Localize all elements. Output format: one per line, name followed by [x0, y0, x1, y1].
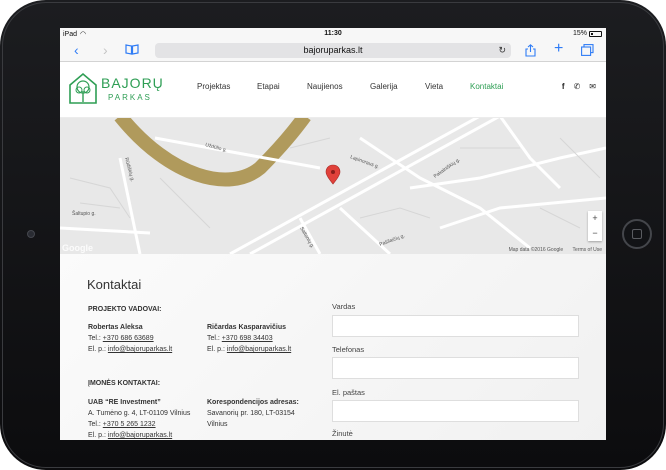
share-icon[interactable] — [525, 44, 536, 59]
facebook-icon[interactable]: f — [562, 82, 565, 91]
logo-tree-icon — [69, 72, 97, 104]
phone-field[interactable] — [332, 357, 579, 379]
company-name: UAB “RE Investment” — [88, 399, 161, 406]
nav-item-vieta[interactable]: Vieta — [425, 82, 470, 91]
phone-link[interactable]: +370 686 63689 — [103, 335, 154, 342]
front-camera — [27, 230, 35, 238]
battery-indicator: 15% — [573, 30, 602, 37]
manager-card: Ričardas Kasparavičius Tel.: +370 698 34… — [207, 324, 292, 353]
logo-title: BAJORŲ — [101, 75, 164, 91]
nav-item-etapai[interactable]: Etapai — [257, 82, 307, 91]
back-icon[interactable]: ‹ — [74, 43, 79, 57]
screen: iPad◠ 11:30 15% ‹ › bajoruparkas.lt ↻ + — [60, 28, 606, 440]
name-field[interactable] — [332, 315, 579, 337]
phone-label: Telefonas — [332, 345, 365, 354]
ipad-frame: iPad◠ 11:30 15% ‹ › bajoruparkas.lt ↻ + — [0, 0, 666, 470]
nav-item-galerija[interactable]: Galerija — [370, 82, 425, 91]
email-link[interactable]: info@bajoruparkas.lt — [108, 432, 172, 439]
message-label: Žinutė — [332, 429, 353, 438]
logo-subtitle: PARKAS — [108, 93, 152, 102]
status-bar: iPad ◠ 11:30 15% — [60, 28, 606, 40]
forward-icon[interactable]: › — [103, 43, 108, 57]
email-link[interactable]: info@bajoruparkas.lt — [227, 346, 291, 353]
email-field[interactable] — [332, 400, 579, 422]
phone-link[interactable]: +370 698 34403 — [222, 335, 273, 342]
site-header: BAJORŲ PARKAS Projektas Etapai Naujienos… — [60, 62, 606, 118]
url-bar[interactable]: bajoruparkas.lt ↻ — [155, 43, 511, 58]
email-link[interactable]: info@bajoruparkas.lt — [108, 346, 172, 353]
correspondence-card: Korespondencijos adresas: Savanorių pr. … — [207, 397, 299, 430]
manager-name: Robertas Aleksa — [88, 324, 143, 331]
nav-item-naujienos[interactable]: Naujienos — [307, 82, 370, 91]
map-canvas: Uždūlio g. Šaltupio g. Lapinoraus g. Pak… — [60, 118, 606, 254]
bookmarks-icon[interactable] — [125, 44, 139, 59]
home-button[interactable] — [622, 219, 652, 249]
status-time: 11:30 — [324, 30, 342, 37]
contact-section: Kontaktai PROJEKTO VADOVAI: Robertas Ale… — [60, 254, 606, 440]
correspondence-heading: Korespondencijos adresas: — [207, 399, 299, 406]
nav-item-projektas[interactable]: Projektas — [197, 82, 257, 91]
zoom-out-button[interactable]: − — [588, 226, 602, 241]
nav-item-kontaktai[interactable]: Kontaktai — [470, 82, 503, 91]
page-title: Kontaktai — [87, 277, 142, 292]
phone-link[interactable]: +370 5 265 1232 — [103, 421, 156, 428]
browser-toolbar: ‹ › bajoruparkas.lt ↻ + — [60, 40, 606, 62]
site-logo[interactable]: BAJORŲ PARKAS — [68, 71, 168, 105]
map-attribution: Map data ©2016 Google — [508, 247, 564, 253]
email-label: El. paštas — [332, 388, 365, 397]
new-tab-icon[interactable]: + — [554, 41, 563, 57]
map-terms-link[interactable]: Terms of Use — [573, 247, 602, 253]
skype-icon[interactable]: ✆ — [574, 82, 581, 91]
google-logo: Google — [62, 243, 93, 253]
name-label: Vardas — [332, 302, 356, 311]
zoom-in-button[interactable]: + — [588, 211, 602, 226]
map-zoom-control: + − — [588, 211, 602, 241]
battery-icon — [589, 30, 602, 37]
url-text: bajoruparkas.lt — [303, 45, 363, 55]
google-map[interactable]: Uždūlio g. Šaltupio g. Lapinoraus g. Pak… — [60, 118, 606, 254]
main-nav: Projektas Etapai Naujienos Galerija Viet… — [197, 82, 503, 91]
map-footer: Map data ©2016 Google Terms of Use — [501, 247, 602, 253]
project-managers-heading: PROJEKTO VADOVAI: — [88, 306, 162, 313]
correspondence-line1: Savanorių pr. 180, LT-03154 — [207, 410, 295, 417]
company-card: UAB “RE Investment” A. Tumėno g. 4, LT-0… — [88, 399, 191, 439]
company-contacts-heading: ĮMONĖS KONTAKTAI: — [88, 380, 161, 387]
manager-name: Ričardas Kasparavičius — [207, 324, 286, 331]
correspondence-line2: Vilnius — [207, 421, 228, 428]
mail-icon[interactable]: ✉ — [589, 82, 596, 91]
company-address: A. Tumėno g. 4, LT-01109 Vilnius — [88, 410, 191, 417]
tabs-icon[interactable] — [581, 44, 594, 58]
reload-icon[interactable]: ↻ — [498, 43, 506, 58]
map-label-saltupio: Šaltupio g. — [72, 210, 96, 217]
social-links: f ✆ ✉ — [562, 82, 596, 91]
manager-card: Robertas Aleksa Tel.: +370 686 63689 El.… — [88, 324, 173, 353]
